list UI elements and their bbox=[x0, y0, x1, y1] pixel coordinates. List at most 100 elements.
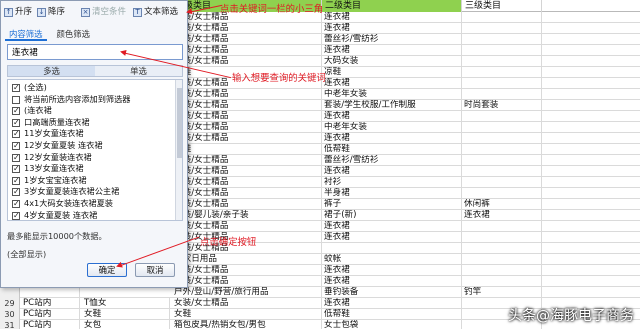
filter-list-item[interactable]: 将当前所选内容添加到筛选器 bbox=[8, 94, 176, 105]
table-cell[interactable]: 女装/女士精品 bbox=[172, 155, 322, 166]
table-cell[interactable]: 裙子(新) bbox=[322, 210, 462, 221]
table-cell[interactable]: 连衣裙 bbox=[322, 133, 462, 144]
filter-list-item[interactable]: (连衣裙 bbox=[8, 105, 176, 116]
filter-list-item[interactable]: 11岁女童连衣裙 bbox=[8, 128, 176, 139]
row-number[interactable]: 30 bbox=[0, 309, 20, 320]
table-cell[interactable]: 女装/女士精品 bbox=[172, 56, 322, 67]
table-cell[interactable]: 连衣裙 bbox=[322, 23, 462, 34]
checkbox-checked-icon[interactable] bbox=[12, 128, 20, 139]
table-cell[interactable] bbox=[462, 23, 542, 34]
table-cell[interactable]: 女装/女士精品 bbox=[172, 298, 322, 309]
table-cell[interactable]: 女装/女士精品 bbox=[172, 89, 322, 100]
table-cell[interactable]: PC站内 bbox=[21, 320, 80, 329]
filter-list-item[interactable]: 12岁女童夏装 连衣裙 bbox=[8, 140, 176, 151]
table-cell[interactable]: 女装/女士精品 bbox=[172, 100, 322, 111]
table-cell[interactable]: 女装/女士精品 bbox=[172, 122, 322, 133]
table-cell[interactable]: 户外/登山/野营/旅行用品 bbox=[172, 287, 322, 298]
sort-asc-button[interactable]: ↑ 升序 bbox=[4, 4, 32, 20]
single-select-tab[interactable]: 单选 bbox=[95, 66, 182, 76]
table-cell[interactable]: 中老年女装 bbox=[322, 89, 462, 100]
table-cell[interactable]: 蚊帐 bbox=[322, 254, 462, 265]
row-number[interactable] bbox=[0, 287, 20, 298]
show-all-link[interactable]: (全部显示) bbox=[7, 248, 46, 260]
table-cell[interactable]: 连衣裙 bbox=[322, 298, 462, 309]
table-cell[interactable] bbox=[462, 56, 542, 67]
table-cell[interactable]: 女装/女士精品 bbox=[172, 265, 322, 276]
table-cell[interactable] bbox=[462, 188, 542, 199]
filter-list-item[interactable]: 口高端质量连衣裙 bbox=[8, 117, 176, 128]
table-cell[interactable]: 裤子 bbox=[322, 199, 462, 210]
table-cell[interactable] bbox=[462, 221, 542, 232]
filter-list-item[interactable]: 1岁女宝宝连衣裙 bbox=[8, 175, 176, 186]
table-cell[interactable]: 连衣裙 bbox=[322, 221, 462, 232]
checkbox-checked-icon[interactable] bbox=[12, 198, 20, 209]
multi-select-tab[interactable]: 多选 bbox=[8, 66, 95, 76]
filter-search-input[interactable] bbox=[7, 44, 183, 60]
checkbox-checked-icon[interactable] bbox=[12, 210, 20, 220]
table-cell[interactable] bbox=[462, 111, 542, 122]
table-cell[interactable]: 女士包袋 bbox=[322, 320, 462, 329]
checkbox-checked-icon[interactable] bbox=[12, 117, 20, 128]
table-cell[interactable]: 低帮鞋 bbox=[322, 309, 462, 320]
checkbox-checked-icon[interactable] bbox=[12, 186, 20, 197]
table-cell[interactable] bbox=[462, 155, 542, 166]
table-cell[interactable]: 女装/女士精品 bbox=[172, 221, 322, 232]
table-cell[interactable] bbox=[462, 144, 542, 155]
checkbox-checked-icon[interactable] bbox=[12, 152, 20, 163]
table-cell[interactable]: 女装/女士精品 bbox=[172, 177, 322, 188]
table-cell[interactable]: 女鞋 bbox=[82, 309, 170, 320]
table-cell[interactable] bbox=[462, 78, 542, 89]
checkbox-unchecked-icon[interactable] bbox=[12, 95, 20, 104]
filter-list-item[interactable]: 3岁女童夏装连衣裙公主裙 bbox=[8, 186, 176, 197]
sort-desc-button[interactable]: ↓ 降序 bbox=[37, 4, 65, 20]
checkbox-checked-icon[interactable] bbox=[12, 140, 20, 151]
table-cell[interactable]: 钓竿 bbox=[462, 287, 542, 298]
table-cell[interactable]: 女装/女士精品 bbox=[172, 23, 322, 34]
table-cell[interactable] bbox=[462, 254, 542, 265]
table-cell[interactable]: PC站内 bbox=[21, 309, 80, 320]
table-cell[interactable]: 童装/婴儿装/亲子装 bbox=[172, 210, 322, 221]
table-cell[interactable]: 套装/学生校服/工作制服 bbox=[322, 100, 462, 111]
table-cell[interactable] bbox=[462, 166, 542, 177]
tab-color-filter[interactable]: 颜色筛选 bbox=[53, 27, 95, 41]
table-cell[interactable]: 连衣裙 bbox=[322, 276, 462, 287]
checkbox-checked-icon[interactable] bbox=[12, 175, 20, 186]
filter-list-item[interactable]: (全选) bbox=[8, 82, 176, 93]
table-cell[interactable]: 连衣裙 bbox=[322, 265, 462, 276]
tab-content-filter[interactable]: 内容筛选 bbox=[5, 27, 47, 41]
table-cell[interactable]: 凉鞋 bbox=[322, 67, 462, 78]
table-cell[interactable]: 女鞋 bbox=[172, 309, 322, 320]
table-cell[interactable] bbox=[21, 287, 80, 298]
table-cell[interactable]: 女装/女士精品 bbox=[172, 276, 322, 287]
table-cell[interactable]: 女包 bbox=[82, 320, 170, 329]
table-cell[interactable] bbox=[462, 265, 542, 276]
table-cell[interactable]: 蕾丝衫/雪纺衫 bbox=[322, 155, 462, 166]
table-cell[interactable]: 连衣裙 bbox=[322, 78, 462, 89]
row-number[interactable]: 31 bbox=[0, 320, 20, 329]
table-cell[interactable] bbox=[462, 122, 542, 133]
table-cell[interactable]: 时尚套装 bbox=[462, 100, 542, 111]
table-cell[interactable]: 居家日用品 bbox=[172, 254, 322, 265]
table-cell[interactable] bbox=[462, 177, 542, 188]
table-cell[interactable]: 衬衫 bbox=[322, 177, 462, 188]
checkbox-checked-icon[interactable] bbox=[12, 82, 20, 93]
header-cell-4[interactable]: 三级类目 bbox=[462, 0, 542, 12]
table-cell[interactable]: 女装/女士精品 bbox=[172, 199, 322, 210]
table-cell[interactable]: 休闲裤 bbox=[462, 199, 542, 210]
table-cell[interactable]: 女装/女士精品 bbox=[172, 133, 322, 144]
table-cell[interactable]: 半身裙 bbox=[322, 188, 462, 199]
table-cell[interactable]: 连衣裙 bbox=[322, 166, 462, 177]
text-filter-button[interactable]: T 文本筛选 bbox=[133, 4, 178, 20]
table-cell[interactable] bbox=[462, 243, 542, 254]
table-cell[interactable]: 连衣裙 bbox=[322, 111, 462, 122]
table-cell[interactable]: 连衣裙 bbox=[322, 12, 462, 23]
table-cell[interactable]: 箱包皮具/热销女包/男包 bbox=[172, 320, 322, 329]
list-scrollbar[interactable] bbox=[175, 80, 182, 220]
filter-list-item[interactable]: 4x1大码女装连衣裙夏装 bbox=[8, 198, 176, 209]
table-cell[interactable]: 大码女装 bbox=[322, 56, 462, 67]
checkbox-checked-icon[interactable] bbox=[12, 105, 20, 116]
table-cell[interactable]: 低帮鞋 bbox=[322, 144, 462, 155]
table-cell[interactable] bbox=[462, 34, 542, 45]
table-cell[interactable]: 女装/女士精品 bbox=[172, 188, 322, 199]
table-cell[interactable] bbox=[462, 67, 542, 78]
